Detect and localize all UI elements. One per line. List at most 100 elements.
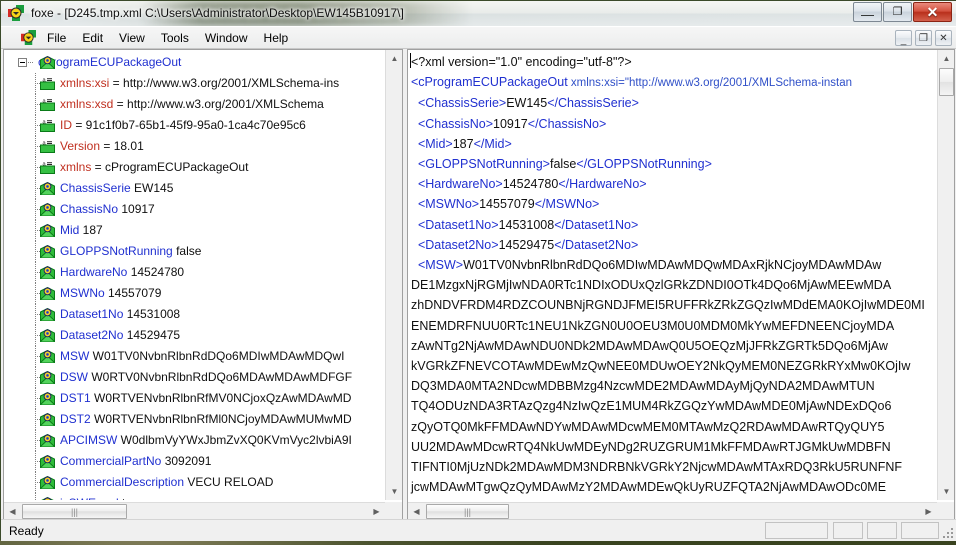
tree-node[interactable]: GLOPPSNotRunning false [4,241,385,262]
tree-node[interactable]: CommercialDescription VECU RELOAD [4,472,385,493]
mdi-minimize-button[interactable]: _ [895,30,912,46]
xml-source-pane[interactable]: <?xml version="1.0" encoding="utf-8"?> <… [407,49,955,520]
menu-view[interactable]: View [111,29,153,47]
xml-vertical-scrollbar[interactable]: ▲ ▼ [937,50,954,500]
xml-attribute-icon: a [40,119,55,132]
xml-scroll-left-arrow[interactable]: ◀ [408,503,425,520]
tree-node[interactable]: ChassisSerie EW145 [4,178,385,199]
tree-node[interactable]: Mid 187 [4,220,385,241]
tree-node[interactable]: axmlns = cProgramECUPackageOut [4,157,385,178]
tree-node-name: MSW [60,349,89,363]
tree-node-name: Mid [60,223,79,237]
tree-node[interactable]: Dataset1No 14531008 [4,304,385,325]
xml-horizontal-scrollbar[interactable]: ◀ ▶ ||| [408,502,937,519]
tree-node-value: W0RTVENvbnRlbnRfMV0NCjoxQzAwMDAwMD [91,391,352,405]
tree-node-name: DSW [60,370,88,384]
xml-element-icon [40,371,55,384]
menu-edit[interactable]: Edit [74,29,111,47]
tree-node[interactable]: CommercialPartNo 3092091 [4,451,385,472]
xml-scroll-up-arrow[interactable]: ▲ [938,50,955,67]
tree-node-value: 3092091 [161,454,211,468]
xml-element-icon [40,56,55,69]
client-area: File Edit View Tools Window Help _ ❐ ✕ [1,26,956,541]
collapse-toggle-icon[interactable] [18,58,27,67]
tree-scroll-right-arrow[interactable]: ▶ [368,503,385,520]
tree-node[interactable]: isSWEqual true [4,493,385,500]
status-bar: Ready [1,519,956,541]
tree-node[interactable]: aVersion = 18.01 [4,136,385,157]
xml-attribute-icon: a [40,140,55,153]
xml-tree-viewport[interactable]: cProgramECUPackageOutaxmlns:xsi = http:/… [4,50,385,500]
tree-node[interactable]: DST1 W0RTVENvbnRlbnRfMV0NCjoxQzAwMDAwMD [4,388,385,409]
document-panes: cProgramECUPackageOutaxmlns:xsi = http:/… [1,49,956,520]
application-window: foxe - [D245.tmp.xml C:\Users\Administra… [0,0,956,540]
xml-element-icon [40,413,55,426]
tree-node[interactable]: DST2 W0RTVENvbnRlbnRfMl0NCjoyMDAwMUMwMD [4,409,385,430]
xml-element-icon [40,224,55,237]
tree-vertical-scrollbar[interactable]: ▲ ▼ [385,50,402,500]
tree-node-value: 187 [79,223,102,237]
tree-node[interactable]: DSW W0RTV0NvbnRlbnRdDQo6MDAwMDAwMDFGF [4,367,385,388]
window-minimize-button[interactable]: — [853,2,882,22]
xml-source-viewport[interactable]: <?xml version="1.0" encoding="utf-8"?> <… [408,50,937,500]
tree-node-value: VECU RELOAD [184,475,273,489]
tree-node-name: DST2 [60,412,91,426]
xml-source-text[interactable]: <?xml version="1.0" encoding="utf-8"?> <… [411,52,925,500]
tree-horizontal-scrollbar[interactable]: ◀ ▶ ||| [4,502,385,519]
tree-node-name: MSWNo [60,286,105,300]
mdi-restore-button[interactable]: ❐ [915,30,932,46]
window-maximize-button[interactable]: ❐ [883,2,912,22]
resize-grip-icon[interactable] [941,526,955,540]
xml-vscroll-thumb[interactable] [939,68,954,96]
mdi-child-document-icon[interactable] [21,30,36,45]
tree-node[interactable]: HardwareNo 14524780 [4,262,385,283]
tree-node-value: EW145 [131,181,174,195]
menu-window[interactable]: Window [197,29,256,47]
tree-guide [35,493,36,500]
tree-hscroll-thumb[interactable]: ||| [22,504,127,519]
title-bar[interactable]: foxe - [D245.tmp.xml C:\Users\Administra… [1,1,956,27]
tree-scroll-up-arrow[interactable]: ▲ [386,50,403,67]
xml-tree-pane[interactable]: cProgramECUPackageOutaxmlns:xsi = http:/… [3,49,403,520]
tree-node-root[interactable]: cProgramECUPackageOut [4,52,385,73]
tree-node-name: xmlns:xsi [60,76,109,90]
tree-node-name: ID [60,118,72,132]
tree-node-value: 14529475 [123,328,180,342]
tree-scroll-down-arrow[interactable]: ▼ [386,483,403,500]
minimize-icon: — [861,8,874,21]
tree-node[interactable]: axmlns:xsi = http://www.w3.org/2001/XMLS… [4,73,385,94]
tree-node-name: CommercialDescription [60,475,184,489]
tree-node[interactable]: MSWNo 14557079 [4,283,385,304]
maximize-icon: ❐ [893,7,903,18]
tree-node-name: xmlns:xsd [60,97,113,111]
tree-guide [28,62,34,63]
foxe-app-icon [8,5,24,21]
xml-element-icon [40,308,55,321]
mdi-close-button[interactable]: ✕ [935,30,952,46]
mdi-minimize-icon: _ [901,35,907,46]
xml-element-icon [40,203,55,216]
tree-scrollbar-corner [385,502,402,519]
xml-element-icon [40,497,55,500]
menu-file[interactable]: File [39,29,74,47]
tree-node[interactable]: axmlns:xsd = http://www.w3.org/2001/XMLS… [4,94,385,115]
window-close-button[interactable]: ✕ [913,2,952,22]
status-panel-1 [765,522,828,539]
tree-node-name: DST1 [60,391,91,405]
tree-node[interactable]: Dataset2No 14529475 [4,325,385,346]
menu-help[interactable]: Help [256,29,297,47]
tree-node-value: W0dlbmVyYWxJbmZvXQ0KVmVyc2lvbiA9I [117,433,352,447]
xml-scroll-down-arrow[interactable]: ▼ [938,483,955,500]
xml-tree: cProgramECUPackageOutaxmlns:xsi = http:/… [4,52,385,500]
mdi-close-icon: ✕ [939,33,947,44]
xml-hscroll-thumb[interactable]: ||| [426,504,509,519]
tree-node[interactable]: APCIMSW W0dlbmVyYWxJbmZvXQ0KVmVyc2lvbiA9… [4,430,385,451]
tree-scroll-left-arrow[interactable]: ◀ [4,503,21,520]
xml-scroll-right-arrow[interactable]: ▶ [920,503,937,520]
tree-node-value: = http://www.w3.org/2001/XMLSchema-ins [109,76,339,90]
tree-node[interactable]: ChassisNo 10917 [4,199,385,220]
tree-node[interactable]: aID = 91c1f0b7-65b1-45f9-95a0-1ca4c70e95… [4,115,385,136]
tree-node[interactable]: MSW W01TV0NvbnRlbnRdDQo6MDIwMDAwMDQwI [4,346,385,367]
tree-node-name: CommercialPartNo [60,454,161,468]
menu-tools[interactable]: Tools [153,29,197,47]
